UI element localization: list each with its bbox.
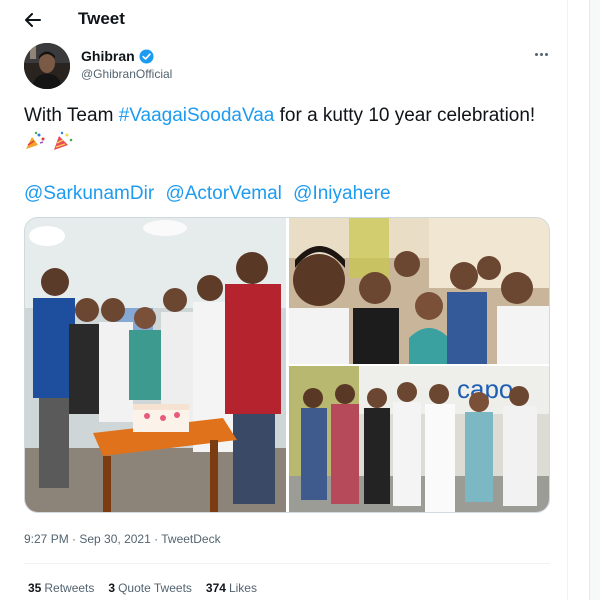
author-handle[interactable]: @GhibranOfficial — [81, 67, 172, 81]
page-header: Tweet — [0, 0, 568, 40]
more-dot-icon — [544, 52, 548, 56]
back-button[interactable] — [20, 7, 46, 33]
more-dot-icon — [534, 52, 538, 56]
mention-link[interactable]: @ActorVemal — [165, 183, 281, 204]
quote-tweets-label: Quote Tweets — [118, 581, 192, 595]
tweet-meta: 9:27 PM · Sep 30, 2021 · TweetDeck — [24, 532, 221, 546]
more-options-button[interactable] — [530, 46, 552, 62]
verified-badge-icon — [139, 48, 154, 64]
avatar[interactable] — [24, 43, 70, 89]
meta-separator: · — [68, 532, 80, 546]
divider — [24, 563, 550, 564]
tweet-text: With Team #VaagaiSoodaVaa for a kutty 10… — [24, 102, 544, 156]
mention-link[interactable]: @SarkunamDir — [24, 183, 154, 204]
group-selfie-photo[interactable] — [289, 218, 549, 364]
page-title: Tweet — [78, 9, 125, 28]
confetti-ball-icon — [26, 131, 45, 149]
group-standing-photo[interactable]: capo — [289, 366, 549, 512]
retweets-label: Retweets — [44, 581, 95, 595]
scrollbar[interactable] — [589, 0, 600, 600]
retweets-stat[interactable]: 35 Retweets — [28, 581, 94, 595]
hashtag-link[interactable]: #VaagaiSoodaVaa — [119, 105, 275, 126]
likes-stat[interactable]: 374 Likes — [206, 581, 257, 595]
engagement-stats: 35 Retweets 3 Quote Tweets 374 Likes — [28, 581, 257, 595]
likes-label: Likes — [228, 581, 257, 595]
tweet-text-suffix: for a kutty 10 year celebration! — [274, 105, 536, 126]
retweets-count: 35 — [28, 581, 42, 595]
more-dot-icon — [539, 52, 543, 56]
quote-tweets-count: 3 — [108, 581, 116, 595]
tweet-source[interactable]: TweetDeck — [161, 532, 220, 546]
arrow-left-icon — [25, 13, 41, 27]
author-display-name[interactable]: Ghibran — [81, 48, 135, 64]
party-popper-icon — [54, 131, 73, 150]
avatar-image — [24, 43, 70, 89]
tweet-time[interactable]: 9:27 PM — [24, 532, 69, 546]
tweet-text-prefix: With Team — [24, 105, 119, 126]
quote-tweets-stat[interactable]: 3 Quote Tweets — [108, 581, 192, 595]
meta-separator: · — [150, 532, 162, 546]
tweet-column: Tweet Ghibran @GhibranOfficial With Team… — [0, 0, 568, 600]
tweet-date[interactable]: Sep 30, 2021 — [79, 532, 150, 546]
mentions-row: @SarkunamDir @ActorVemal @Iniyahere — [24, 182, 397, 206]
mention-link[interactable]: @Iniyahere — [293, 183, 390, 204]
likes-count: 374 — [205, 581, 226, 595]
cake-cutting-photo[interactable] — [25, 218, 286, 512]
media-grid: capo — [24, 217, 550, 513]
author-name-row[interactable]: Ghibran — [81, 48, 154, 64]
